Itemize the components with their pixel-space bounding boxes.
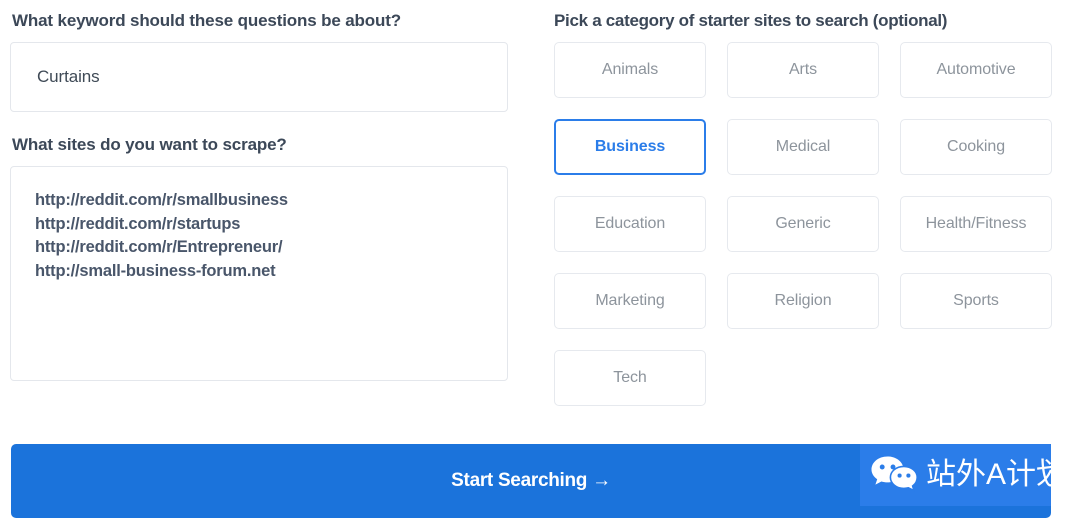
- category-button-animals[interactable]: Animals: [554, 42, 706, 98]
- sites-textarea-line: http://reddit.com/r/startups: [35, 214, 241, 233]
- category-picker-heading: Pick a category of starter sites to sear…: [554, 11, 948, 30]
- category-grid: Animals Arts Automotive Business Medical…: [554, 42, 1052, 406]
- category-button-tech[interactable]: Tech: [554, 350, 706, 406]
- wechat-icon: [870, 454, 922, 496]
- page-root: What keyword should these questions be a…: [0, 0, 1080, 518]
- keyword-input[interactable]: Curtains: [10, 42, 508, 112]
- arrow-right-icon: →: [592, 470, 611, 491]
- sites-textarea[interactable]: http://reddit.com/r/smallbusiness http:/…: [10, 166, 508, 381]
- sites-field-label: What sites do you want to scrape?: [12, 135, 287, 154]
- start-searching-label: Start Searching: [451, 470, 588, 491]
- category-button-arts[interactable]: Arts: [727, 42, 879, 98]
- category-button-health-fitness[interactable]: Health/Fitness: [900, 196, 1052, 252]
- category-button-marketing[interactable]: Marketing: [554, 273, 706, 329]
- wechat-watermark: 站外A计划: [860, 444, 1066, 506]
- scrape-form-column: What keyword should these questions be a…: [10, 0, 508, 381]
- category-button-automotive[interactable]: Automotive: [900, 42, 1052, 98]
- sites-textarea-line: http://reddit.com/r/smallbusiness: [35, 191, 288, 209]
- category-button-medical[interactable]: Medical: [727, 119, 879, 175]
- category-button-sports[interactable]: Sports: [900, 273, 1052, 329]
- keyword-field-label: What keyword should these questions be a…: [12, 11, 402, 30]
- category-button-religion[interactable]: Religion: [727, 273, 879, 329]
- sites-textarea-line: http://reddit.com/r/Entrepreneur/: [35, 238, 283, 256]
- category-button-cooking[interactable]: Cooking: [900, 119, 1052, 175]
- sites-textarea-line: http://small-business-forum.net: [35, 261, 276, 280]
- category-button-business[interactable]: Business: [554, 119, 706, 175]
- category-button-education[interactable]: Education: [554, 196, 706, 252]
- category-button-generic[interactable]: Generic: [727, 196, 879, 252]
- watermark-text: 站外A计划: [926, 458, 1067, 491]
- category-picker-column: Pick a category of starter sites to sear…: [554, 0, 1052, 406]
